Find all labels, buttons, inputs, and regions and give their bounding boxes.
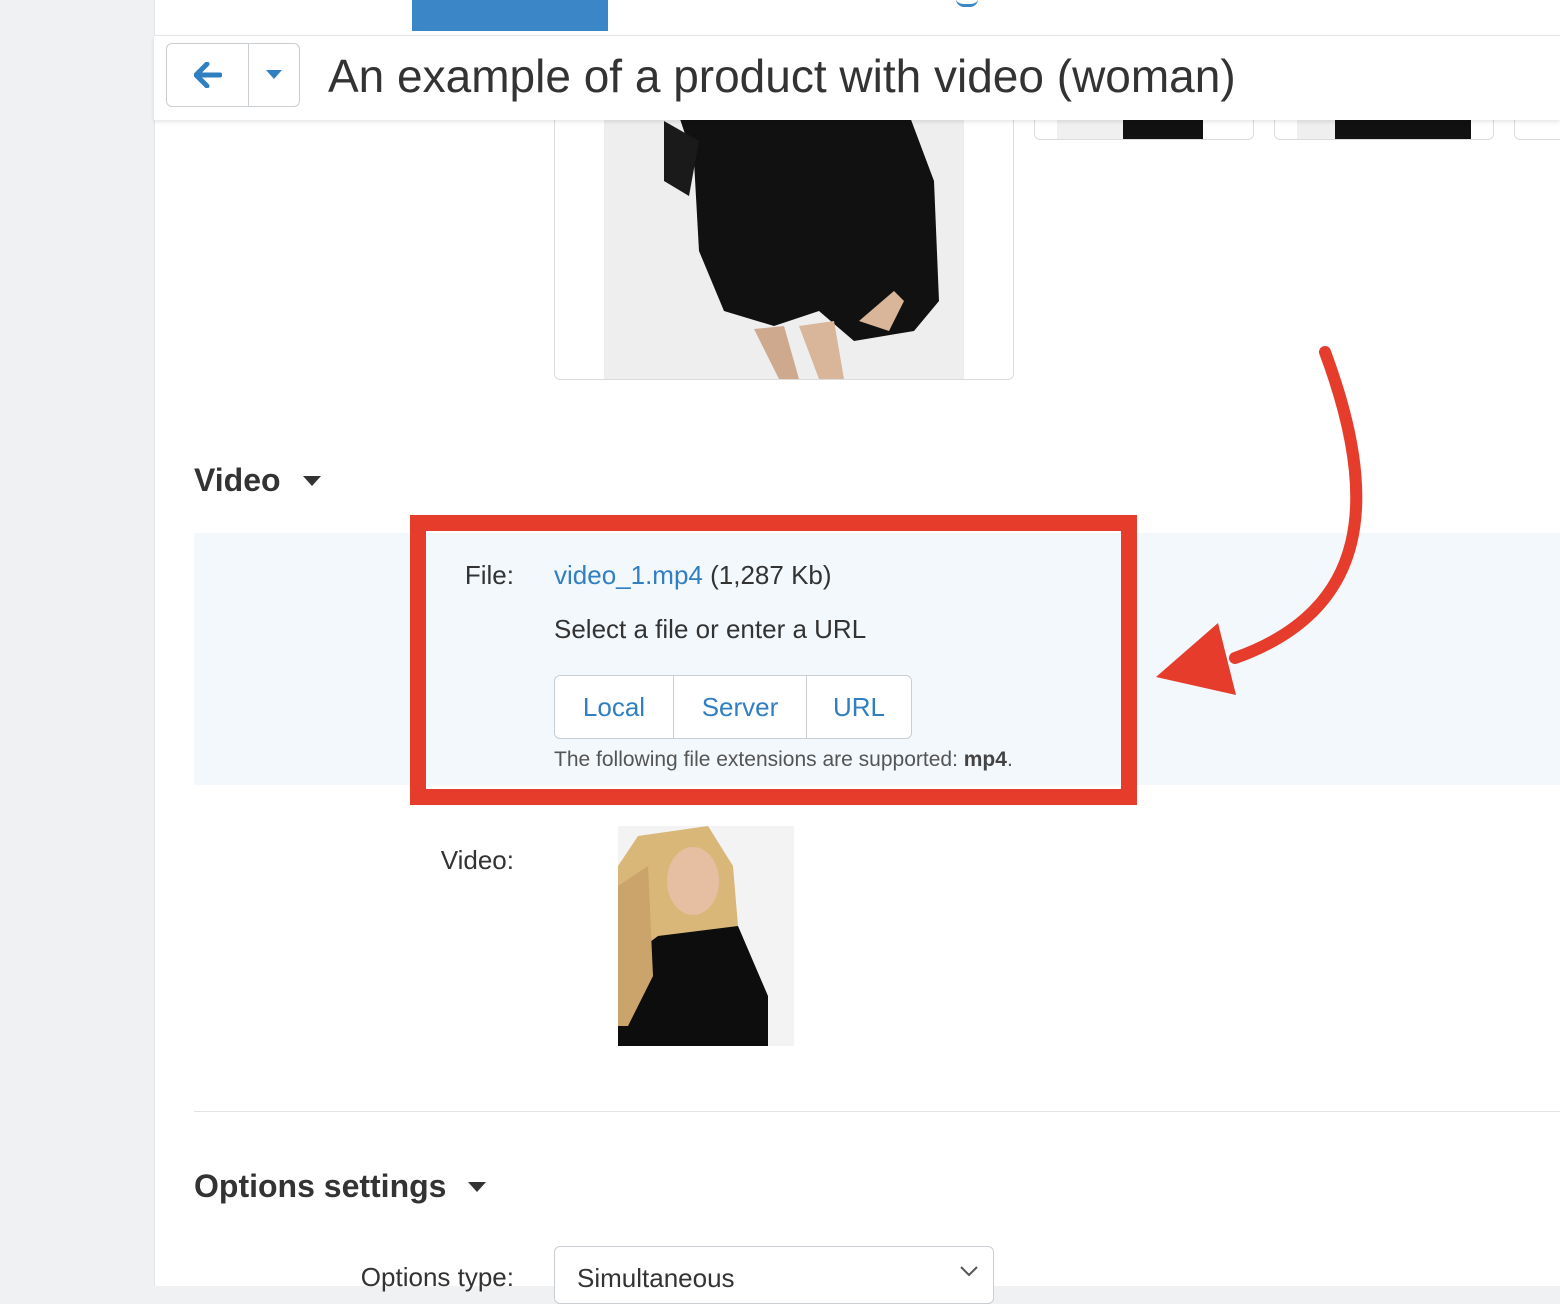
section-divider [194,1111,1560,1112]
chevron-down-icon [960,1266,978,1277]
tab-active[interactable] [412,0,608,31]
caret-down-icon [302,475,321,486]
caret-down-icon [468,1181,487,1192]
product-main-image[interactable] [554,100,1014,380]
video-section-toggle[interactable]: Video [194,462,321,499]
options-type-value: Simultaneous [577,1263,735,1293]
page-title: An example of a product with video (woma… [328,50,1236,102]
options-section-toggle[interactable]: Options settings [194,1168,487,1205]
dress-photo [604,101,964,379]
video-preview[interactable] [618,826,794,1046]
arrow-left-icon [193,62,222,88]
video-label: Video: [440,845,514,875]
video-preview-image [618,826,794,1046]
options-type-select[interactable]: Simultaneous [554,1246,994,1304]
caret-down-icon [266,70,282,79]
navigation-button-group [166,43,300,107]
page-header: An example of a product with video (woma… [154,35,1560,120]
video-section-title: Video [194,462,281,498]
highlight-frame [410,515,1137,805]
options-type-label: Options type: [360,1262,514,1292]
options-section-title: Options settings [194,1168,447,1204]
back-button[interactable] [167,44,249,106]
annotation-arrow [1156,346,1363,695]
history-dropdown-button[interactable] [249,44,299,106]
